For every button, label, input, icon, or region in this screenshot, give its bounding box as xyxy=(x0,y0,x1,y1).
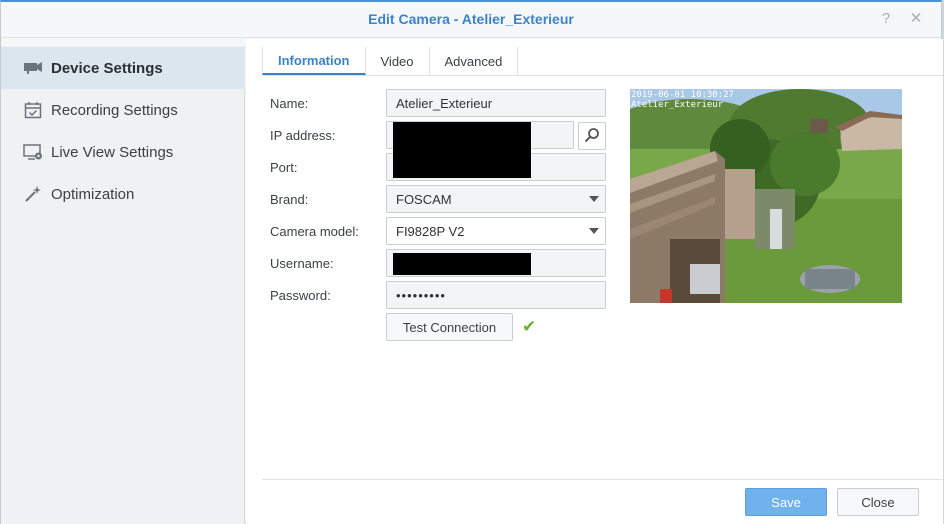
test-connection-button[interactable]: Test Connection xyxy=(386,313,513,341)
checkmark-icon: ✔ xyxy=(522,317,537,336)
chevron-down-icon xyxy=(589,228,599,234)
tab-video[interactable]: Video xyxy=(366,47,430,75)
search-camera-button[interactable] xyxy=(578,122,606,150)
port-label: Port: xyxy=(270,160,298,175)
tab-information[interactable]: Information xyxy=(262,47,366,75)
camera-model-value: FI9828P V2 xyxy=(396,223,465,239)
calendar-check-icon xyxy=(23,100,43,120)
camera-model-label: Camera model: xyxy=(270,224,359,239)
brand-value: FOSCAM xyxy=(396,191,452,207)
username-field[interactable] xyxy=(386,249,606,277)
help-icon[interactable]: ? xyxy=(877,10,895,28)
footer-divider xyxy=(262,479,943,480)
sidebar-item-label: Optimization xyxy=(51,185,135,203)
name-label: Name: xyxy=(270,96,309,111)
tab-bar: Information Video Advanced xyxy=(262,47,519,75)
ip-address-field[interactable] xyxy=(386,121,574,150)
save-button[interactable]: Save xyxy=(745,488,827,516)
ip-address-label: IP address: xyxy=(270,128,336,143)
password-field[interactable]: ••••••••• xyxy=(386,281,606,309)
sidebar-item-label: Live View Settings xyxy=(51,143,174,161)
sidebar-item-label: Device Settings xyxy=(51,59,163,77)
preview-camera-label: Atelier_Exterieur xyxy=(631,100,724,110)
camera-model-select[interactable]: FI9828P V2 xyxy=(386,217,606,245)
name-field[interactable]: Atelier_Exterieur xyxy=(386,89,606,117)
search-icon xyxy=(584,127,600,146)
chevron-down-icon xyxy=(589,196,599,202)
main-content: Information Video Advanced Name: Atelier… xyxy=(246,39,943,524)
preview-timestamp: 2019-06-01 10:30:27 xyxy=(631,90,734,100)
redacted-port-value xyxy=(393,150,531,178)
username-label: Username: xyxy=(270,256,334,271)
dialog-titlebar: Edit Camera - Atelier_Exterieur ? ✕ xyxy=(1,2,941,38)
camera-preview-image: 2019-06-01 10:30:27 Atelier_Exterieur xyxy=(630,89,902,303)
monitor-settings-icon xyxy=(23,142,43,162)
dialog-title: Edit Camera - Atelier_Exterieur xyxy=(368,11,574,27)
sidebar-item-recording-settings[interactable]: Recording Settings xyxy=(1,89,245,131)
magic-wand-icon xyxy=(23,184,43,204)
brand-label: Brand: xyxy=(270,192,309,207)
tab-advanced[interactable]: Advanced xyxy=(430,47,519,75)
brand-select[interactable]: FOSCAM xyxy=(386,185,606,213)
close-button[interactable]: Close xyxy=(837,488,919,516)
camera-icon xyxy=(23,58,43,78)
sidebar-item-device-settings[interactable]: Device Settings xyxy=(1,47,245,89)
redacted-username-value xyxy=(393,253,531,275)
close-icon[interactable]: ✕ xyxy=(907,10,925,28)
redacted-ip-value xyxy=(393,122,531,150)
tab-divider xyxy=(262,75,943,76)
port-field[interactable] xyxy=(386,150,606,181)
sidebar-item-label: Recording Settings xyxy=(51,101,178,119)
sidebar: Device Settings Recording Settings Live … xyxy=(1,46,245,524)
password-label: Password: xyxy=(270,288,331,303)
sidebar-item-optimization[interactable]: Optimization xyxy=(1,173,245,215)
edit-camera-dialog: Edit Camera - Atelier_Exterieur ? ✕ Devi… xyxy=(0,0,943,524)
sidebar-item-live-view-settings[interactable]: Live View Settings xyxy=(1,131,245,173)
